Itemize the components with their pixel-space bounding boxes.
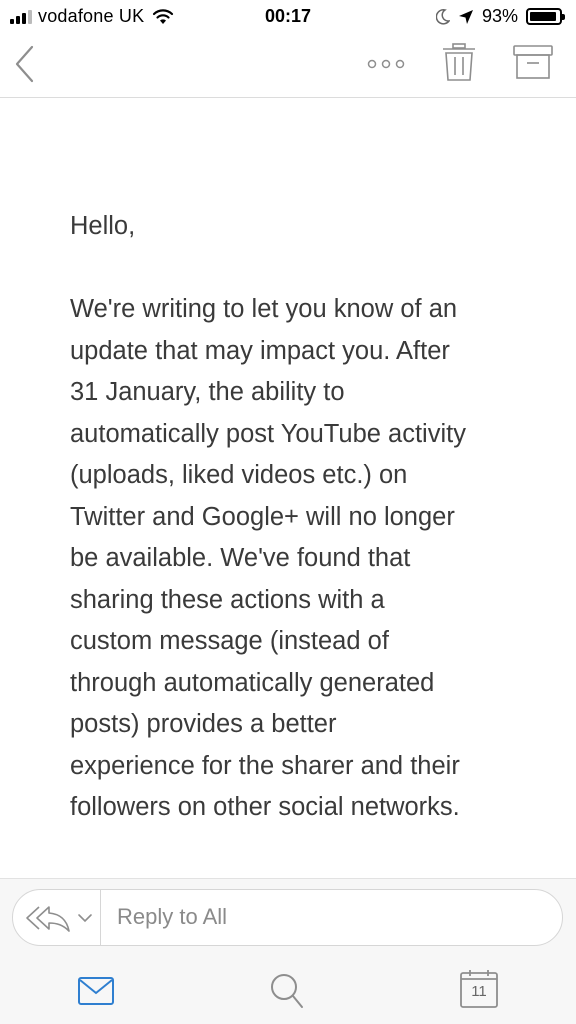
paragraph-line: update that may impact you. After — [70, 336, 450, 365]
battery-level — [530, 12, 557, 21]
email-greeting: Hello, — [70, 212, 136, 240]
paragraph-line: through automatically generated — [70, 668, 435, 697]
status-bar: vodafone UK 00:17 93% — [0, 0, 576, 34]
battery-icon — [526, 8, 565, 25]
chevron-down-icon[interactable] — [77, 912, 93, 924]
paragraph-line: experience for the sharer and their — [70, 751, 460, 780]
battery-percent: 93% — [481, 6, 518, 26]
paragraph-line: custom message (instead of — [70, 627, 389, 655]
reply-input[interactable]: Reply to All — [117, 904, 227, 930]
moon-icon — [435, 8, 450, 25]
nav-bar — [0, 34, 576, 98]
paragraph-line: be available. We've found that — [70, 544, 411, 572]
paragraph-line: Twitter and Google+ will no longer — [70, 502, 455, 531]
chevron-left-icon[interactable] — [12, 44, 36, 84]
reply-bar[interactable]: Reply to All — [12, 889, 563, 946]
paragraph-line: 31 January, the ability to — [70, 378, 345, 406]
email-paragraph: We're writing to let you know of an upda… — [70, 289, 540, 829]
trash-icon[interactable] — [442, 42, 476, 82]
email-body: Hello, We're writing to let you know of … — [70, 206, 540, 829]
paragraph-line: We're writing to let you know of an — [70, 295, 458, 323]
location-arrow-icon — [458, 9, 473, 24]
calendar-day: 11 — [471, 983, 487, 1000]
mail-icon[interactable] — [78, 977, 114, 1005]
bottom-area: Reply to All 11 — [0, 878, 576, 1024]
paragraph-line: (uploads, liked videos etc.) on — [70, 461, 408, 489]
paragraph-line: sharing these actions with a — [70, 585, 385, 614]
archive-icon[interactable] — [513, 44, 553, 80]
search-icon[interactable] — [270, 973, 304, 1009]
reply-all-icon[interactable] — [25, 904, 71, 932]
reply-divider — [100, 890, 101, 945]
more-dots-icon[interactable] — [366, 54, 406, 74]
paragraph-line: posts) provides a better — [70, 710, 337, 738]
paragraph-line: automatically post YouTube activity — [70, 419, 466, 448]
calendar-tab[interactable]: 11 — [460, 969, 498, 1009]
status-right: 93% — [435, 6, 565, 27]
paragraph-line: followers on other social networks. — [70, 793, 460, 821]
